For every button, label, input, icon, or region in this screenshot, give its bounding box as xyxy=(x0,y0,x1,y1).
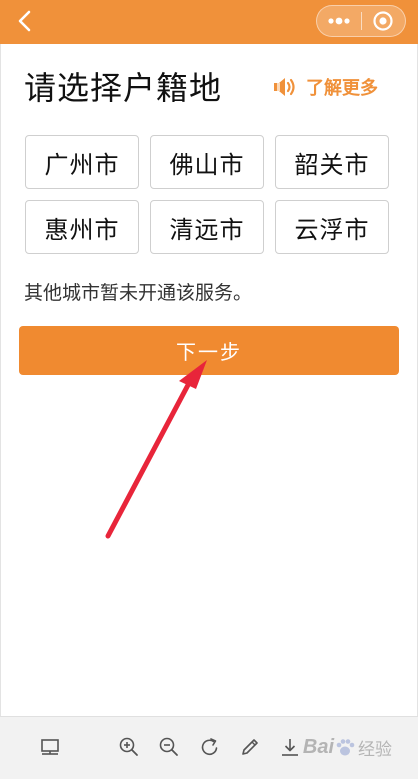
zoom-in-icon[interactable] xyxy=(117,735,141,759)
paw-icon xyxy=(336,738,355,755)
watermark-text: Bai xyxy=(302,736,334,758)
more-button[interactable] xyxy=(317,6,361,36)
target-circle-icon xyxy=(373,11,393,31)
chevron-left-icon xyxy=(18,10,31,32)
city-option-qingyuan[interactable]: 清远市 xyxy=(150,200,264,254)
next-step-button[interactable]: 下一步 xyxy=(19,326,399,375)
reader-icon[interactable] xyxy=(38,735,62,759)
city-option-foshan[interactable]: 佛山市 xyxy=(150,135,264,189)
learn-more-label: 了解更多 xyxy=(306,78,378,99)
zoom-out-icon[interactable] xyxy=(157,735,181,759)
page-title: 请选择户籍地 xyxy=(24,69,223,107)
more-dots-icon xyxy=(328,17,350,25)
city-option-guangzhou[interactable]: 广州市 xyxy=(25,135,139,189)
city-option-yunfu[interactable]: 云浮市 xyxy=(275,200,389,254)
download-icon[interactable] xyxy=(278,735,302,759)
bottom-toolbar: Bai 经验 xyxy=(0,716,418,779)
city-option-huizhou[interactable]: 惠州市 xyxy=(25,200,139,254)
miniprogram-capsule xyxy=(316,5,406,37)
rotate-icon[interactable] xyxy=(198,735,222,759)
city-option-shaoguan[interactable]: 韶关市 xyxy=(275,135,389,189)
title-bar xyxy=(0,0,418,44)
close-miniprogram-button[interactable] xyxy=(362,6,406,36)
speaker-icon xyxy=(274,78,295,96)
watermark-suffix: 经验 xyxy=(358,740,392,759)
pen-icon[interactable] xyxy=(238,735,262,759)
service-notice: 其他城市暂未开通该服务。 xyxy=(24,282,253,304)
watermark: Bai 经验 xyxy=(303,735,392,760)
back-button[interactable] xyxy=(10,6,40,36)
learn-more-link[interactable]: 了解更多 xyxy=(272,72,378,102)
